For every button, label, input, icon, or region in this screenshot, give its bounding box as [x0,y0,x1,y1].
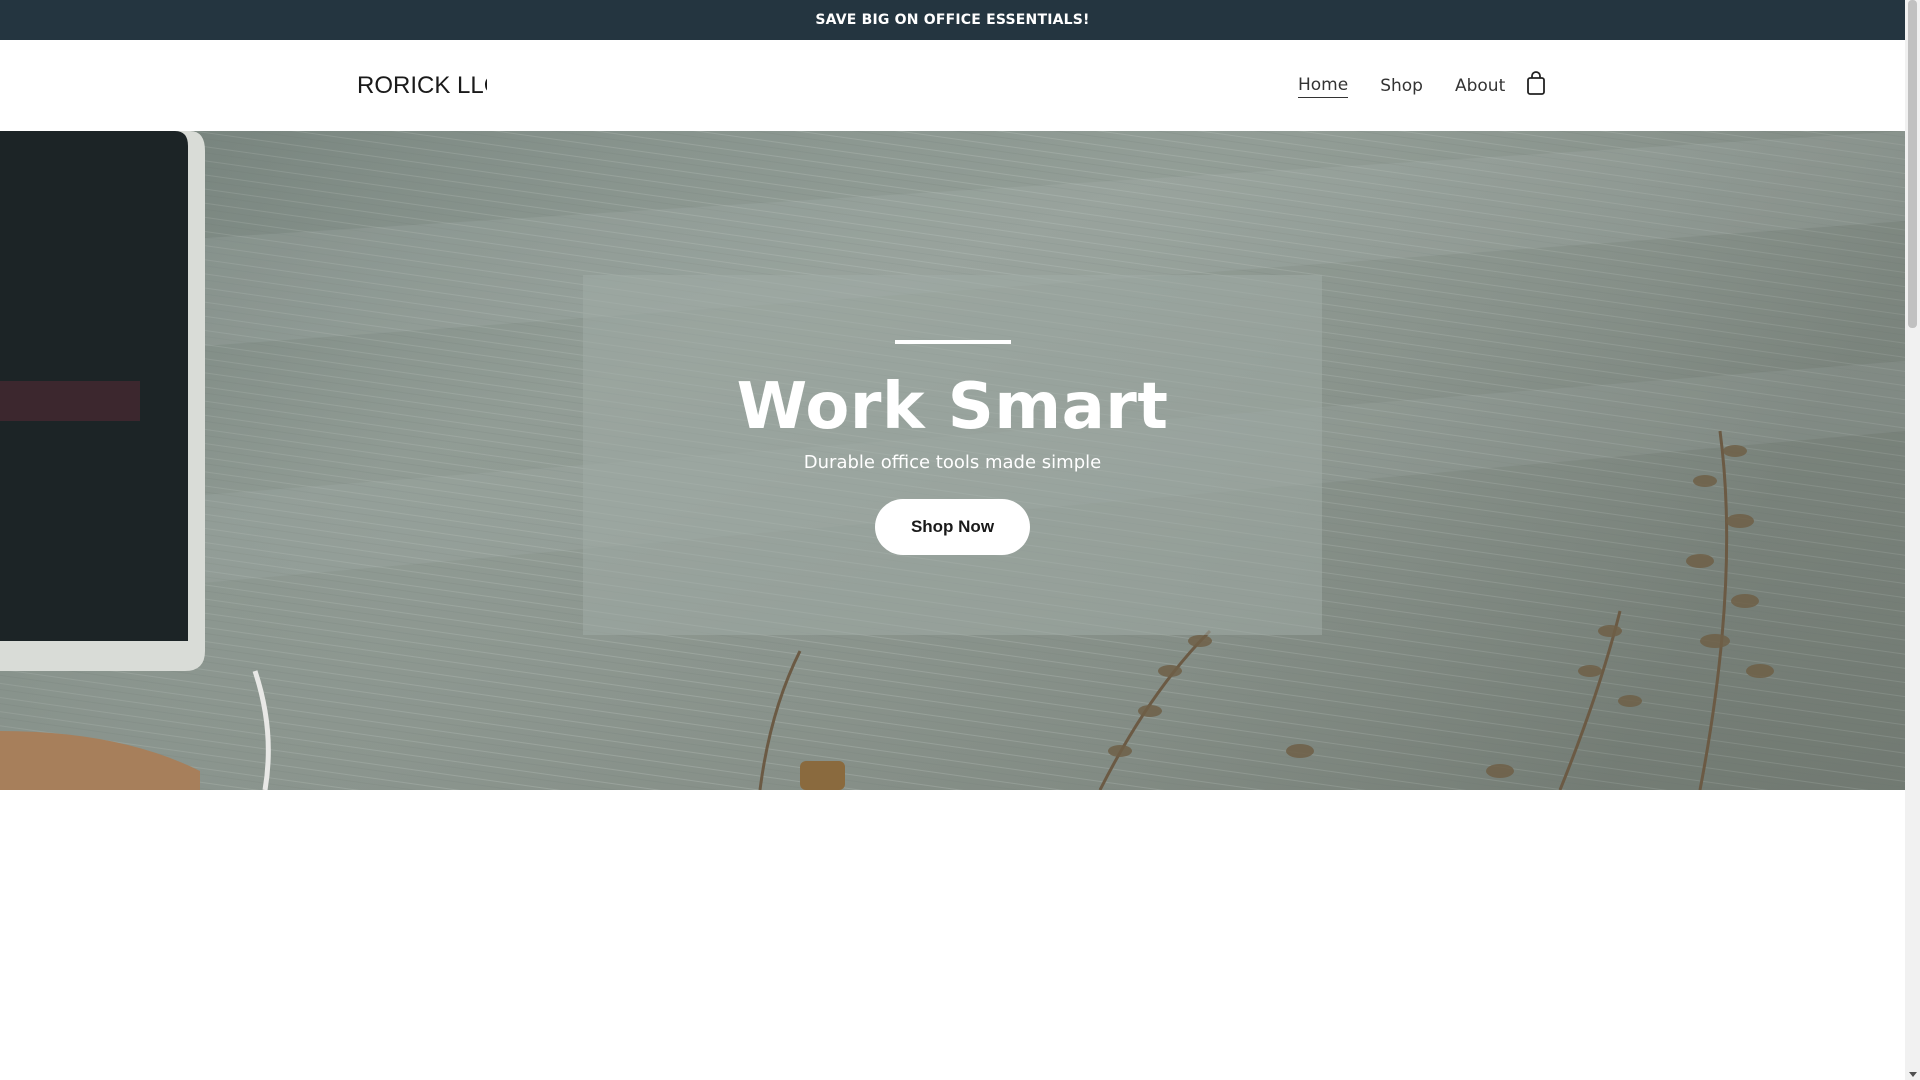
nav-shop-link[interactable]: Shop [1380,75,1423,97]
site-logo[interactable]: RORICK LLC [357,72,487,100]
shopping-bag-icon[interactable] [1525,70,1547,96]
hero-subtitle: Durable office tools made simple [803,452,1102,473]
nav-about-link[interactable]: About [1455,75,1505,97]
hero-title: Work Smart [736,370,1169,444]
page: SAVE BIG ON OFFICE ESSENTIALS! RORICK LL… [0,0,1905,1080]
hero-section: Work Smart Durable office tools made sim… [0,131,1905,790]
page-scrollbar[interactable] [1905,0,1920,1080]
scrollbar-thumb[interactable] [1908,0,1917,328]
announcement-text: SAVE BIG ON OFFICE ESSENTIALS! [815,12,1090,28]
shop-now-button[interactable]: Shop Now [875,499,1030,555]
hero-divider [895,340,1011,344]
main-nav: Home Shop About [1298,74,1537,98]
announcement-bar: SAVE BIG ON OFFICE ESSENTIALS! [0,0,1905,40]
nav-home-link[interactable]: Home [1298,74,1349,98]
site-header: RORICK LLC Home Shop About [0,40,1905,131]
hero-panel: Work Smart Durable office tools made sim… [583,275,1322,635]
scroll-down-arrow-icon[interactable] [1909,1072,1917,1077]
